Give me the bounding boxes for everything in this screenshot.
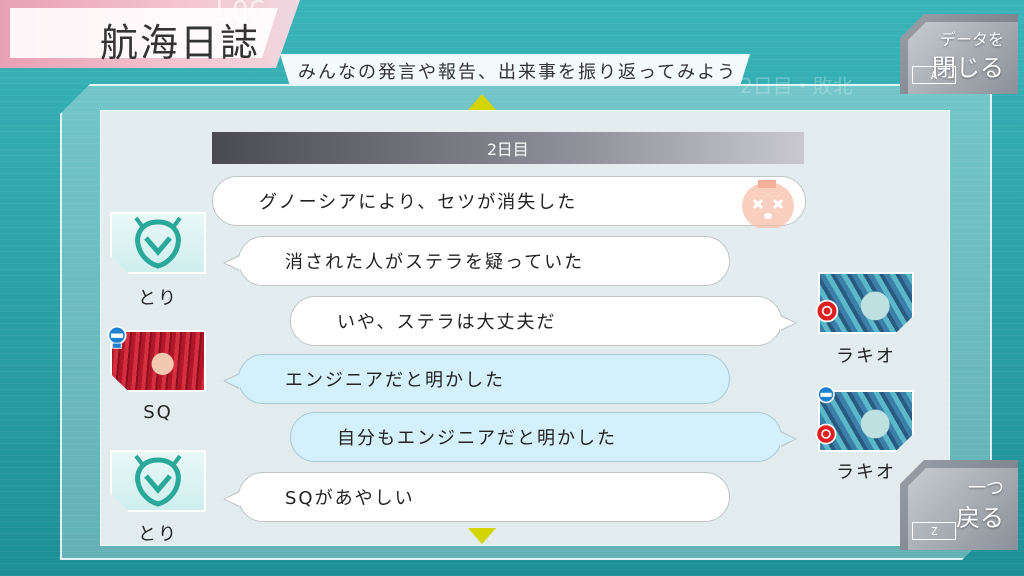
speech-bubble: エンジニアだと明かした [223,354,730,404]
day-header: 2日目 [212,132,804,164]
page-title: 航海日誌 [100,21,261,65]
close-data-button[interactable]: データを 閉じる A [900,14,1018,94]
tori-emblem-icon [134,454,182,507]
speech-text: 自分もエンジニアだと明かした [337,428,617,449]
close-data-key-hint: A [912,66,956,84]
speaker-portrait-tori [110,212,206,274]
vanished-face-icon [742,180,794,228]
speaker-name: ラキオ [836,462,896,483]
gnosia-target-icon [815,299,839,323]
speech-text: いや、ステラは大丈夫だ [337,312,557,333]
speech-text: 消された人がステラを疑っていた [285,252,585,273]
speech-bubble: 自分もエンジニアだと明かした [290,412,797,462]
scroll-up-icon[interactable] [468,94,496,110]
speaker-portrait-tori [110,450,206,512]
background-ghost-text: 2日目・敗北 [740,74,853,98]
tori-emblem-icon [134,216,182,269]
log-event-bubble: グノーシアにより、セツが消失した [212,176,806,226]
close-data-label-line1: データを [939,30,1004,49]
log-event-text: グノーシアにより、セツが消失した [259,192,578,213]
gnosia-target-icon [815,423,837,445]
engineer-role-icon [107,325,127,349]
speaker-name: とり [138,288,178,309]
back-label-line2: 戻る [956,504,1004,532]
scroll-down-icon[interactable] [468,528,496,544]
speech-text: SQがあやしい [285,488,415,509]
speech-bubble: SQがあやしい [223,472,730,522]
engineer-role-icon [817,385,835,404]
speaker-name: SQ [143,402,173,423]
back-button[interactable]: 一つ 戻る Z [900,460,1018,550]
page-subtitle: みんなの発言や報告、出来事を振り返ってみよう [298,62,738,83]
speech-bubble: いや、ステラは大丈夫だ [290,296,797,346]
speech-text: エンジニアだと明かした [285,370,505,391]
speaker-name: ラキオ [836,346,896,367]
speech-bubble: 消された人がステラを疑っていた [223,236,730,286]
back-key-hint: Z [912,522,956,540]
back-label-line1: 一つ [968,478,1004,499]
speaker-name: とり [138,524,178,545]
